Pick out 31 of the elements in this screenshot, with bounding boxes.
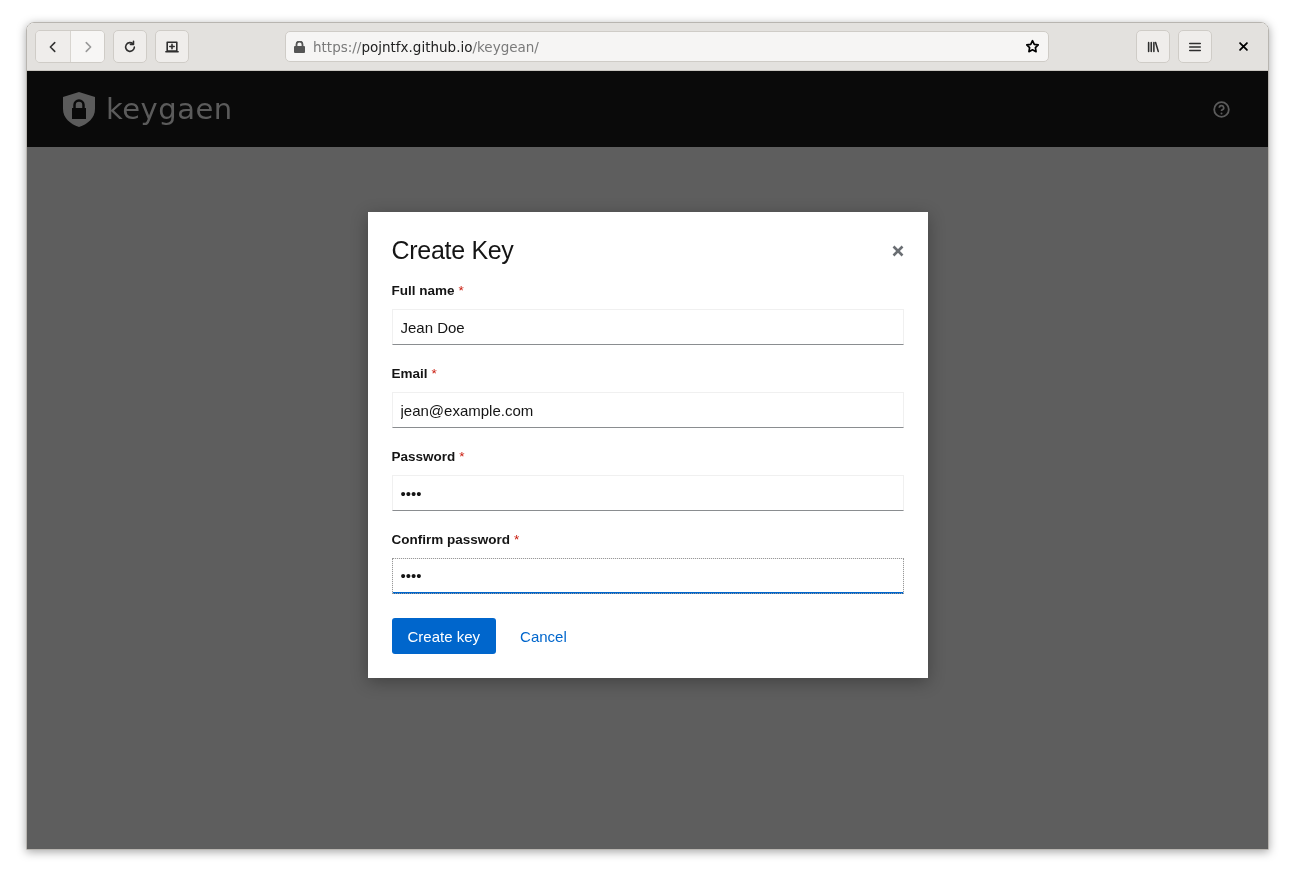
url-text: https://pojntfx.github.io/keygean/ <box>313 38 540 55</box>
plus-square-icon <box>165 39 179 54</box>
close-icon <box>1237 41 1249 52</box>
cancel-link[interactable]: Cancel <box>504 618 583 654</box>
new-tab-button[interactable] <box>155 30 189 63</box>
close-icon[interactable] <box>891 244 904 257</box>
reload-button[interactable] <box>113 30 147 63</box>
address-bar[interactable]: https://pojntfx.github.io/keygean/ <box>285 31 1049 62</box>
create-key-button[interactable]: Create key <box>391 618 497 654</box>
lock-icon <box>294 40 305 53</box>
field-label: Confirm password * <box>391 532 521 547</box>
required-mark: * <box>514 532 520 547</box>
required-mark: * <box>458 283 464 298</box>
required-mark: * <box>459 449 465 464</box>
help-icon[interactable] <box>1213 100 1230 118</box>
field-label: Full name * <box>391 283 465 298</box>
star-icon <box>1025 39 1040 54</box>
input-field[interactable]: •••• <box>391 475 904 511</box>
input-field[interactable]: •••• <box>391 558 904 594</box>
field-label: Email * <box>391 366 438 381</box>
required-mark: * <box>431 366 437 381</box>
library-button[interactable] <box>1136 30 1170 63</box>
input-field[interactable]: Jean Doe <box>391 309 904 345</box>
shield-lock-icon <box>62 90 96 128</box>
field-label: Password * <box>391 449 466 464</box>
menu-button[interactable] <box>1178 30 1212 63</box>
reload-icon <box>123 39 137 54</box>
brand-name: keygaen <box>106 92 233 126</box>
dialog-title: Create Key <box>391 236 514 265</box>
input-field[interactable]: jean@example.com <box>391 392 904 428</box>
library-icon <box>1146 39 1160 54</box>
